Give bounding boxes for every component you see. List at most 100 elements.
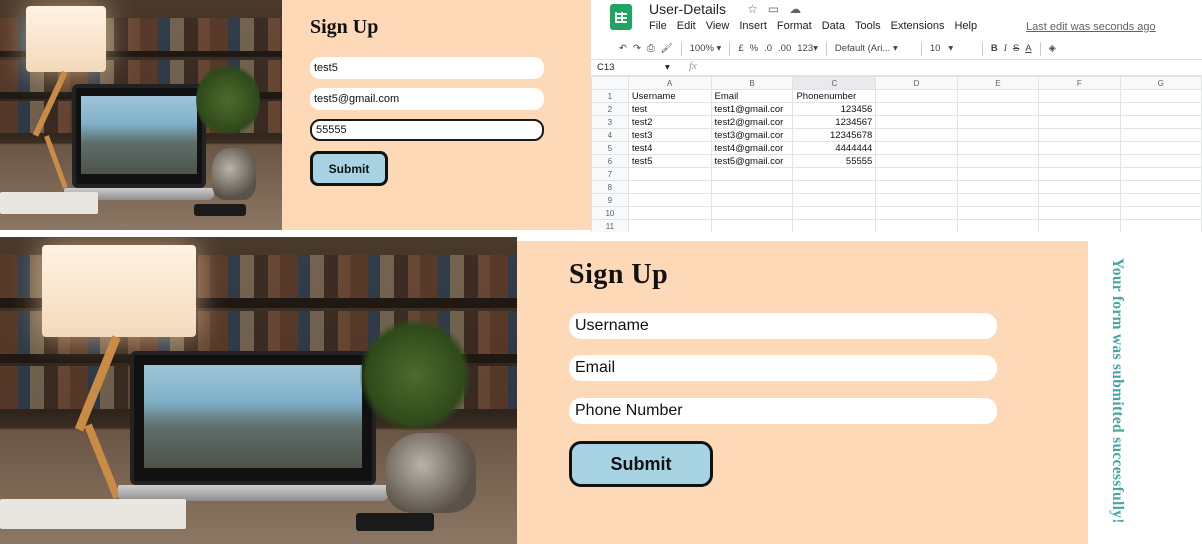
cell[interactable]: test1@gmail.cor xyxy=(710,102,794,116)
cell[interactable] xyxy=(792,180,877,194)
cell-grid[interactable]: A B C D E F G 1 Username Email Phonenumb… xyxy=(591,76,1202,232)
email-input[interactable]: Email xyxy=(569,355,997,381)
cell[interactable] xyxy=(1119,141,1202,155)
cell[interactable]: test3@gmail.cor xyxy=(710,128,794,142)
cloud-status-icon[interactable]: ☁ xyxy=(789,2,801,16)
undo-icon[interactable]: ↶ xyxy=(619,43,627,54)
cell[interactable] xyxy=(1119,128,1202,142)
cell[interactable] xyxy=(956,219,1040,232)
star-icon[interactable]: ☆ xyxy=(747,2,758,16)
cell[interactable] xyxy=(1038,115,1121,129)
cell[interactable] xyxy=(875,193,958,207)
cell[interactable] xyxy=(1119,180,1202,194)
cell[interactable] xyxy=(875,154,958,168)
cell[interactable] xyxy=(875,167,958,181)
cell[interactable] xyxy=(1119,102,1202,116)
cell[interactable] xyxy=(956,115,1040,129)
row-header[interactable]: 2 xyxy=(591,102,629,116)
cell[interactable] xyxy=(710,167,794,181)
text-color-icon[interactable]: A xyxy=(1025,43,1031,54)
cell[interactable] xyxy=(792,206,877,220)
cell[interactable] xyxy=(1038,154,1121,168)
strikethrough-icon[interactable]: S xyxy=(1013,43,1019,54)
column-header[interactable]: G xyxy=(1119,76,1202,90)
cell[interactable] xyxy=(875,219,958,232)
cell[interactable]: test xyxy=(627,102,712,116)
cell[interactable] xyxy=(627,180,712,194)
row-header[interactable]: 4 xyxy=(591,128,629,142)
cell[interactable] xyxy=(1038,167,1121,181)
cell[interactable] xyxy=(956,154,1040,168)
menu-insert[interactable]: Insert xyxy=(739,20,767,32)
decrease-decimal-button[interactable]: .0 xyxy=(764,43,772,54)
currency-format-button[interactable]: £ xyxy=(738,43,743,54)
cell[interactable] xyxy=(1038,193,1121,207)
cell[interactable] xyxy=(792,219,877,232)
number-format-select[interactable]: 123▾ xyxy=(797,43,818,54)
cell[interactable]: test2 xyxy=(627,115,712,129)
username-input[interactable]: Username xyxy=(569,313,997,339)
cell[interactable] xyxy=(956,141,1040,155)
cell[interactable] xyxy=(1119,193,1202,207)
cell[interactable] xyxy=(1119,206,1202,220)
column-header[interactable]: F xyxy=(1038,76,1121,90)
cell[interactable] xyxy=(1038,206,1121,220)
submit-button[interactable]: Submit xyxy=(569,441,713,487)
cell[interactable]: test3 xyxy=(627,128,712,142)
cell[interactable]: Username xyxy=(627,89,712,103)
row-header[interactable]: 3 xyxy=(591,115,629,129)
cell[interactable]: test4@gmail.cor xyxy=(710,141,794,155)
document-title[interactable]: User-Details xyxy=(649,1,726,17)
column-header[interactable]: D xyxy=(875,76,958,90)
cell[interactable] xyxy=(956,89,1040,103)
cell[interactable] xyxy=(627,193,712,207)
menu-format[interactable]: Format xyxy=(777,20,812,32)
cell[interactable]: 123456 xyxy=(792,102,877,116)
cell[interactable] xyxy=(956,167,1040,181)
menu-data[interactable]: Data xyxy=(822,20,845,32)
cell[interactable] xyxy=(875,141,958,155)
cell[interactable] xyxy=(1038,219,1121,232)
cell[interactable] xyxy=(627,219,712,232)
cell[interactable] xyxy=(1119,219,1202,232)
cell[interactable] xyxy=(1038,180,1121,194)
menu-tools[interactable]: Tools xyxy=(855,20,881,32)
cell[interactable] xyxy=(956,193,1040,207)
print-icon[interactable]: ⎙ xyxy=(647,43,655,54)
row-header[interactable]: 9 xyxy=(591,193,629,207)
column-header[interactable]: A xyxy=(627,76,712,90)
cell[interactable]: Phonenumber xyxy=(792,89,877,103)
cell[interactable] xyxy=(1119,167,1202,181)
cell[interactable] xyxy=(1119,115,1202,129)
cell[interactable] xyxy=(875,102,958,116)
menu-view[interactable]: View xyxy=(706,20,730,32)
phone-input[interactable]: Phone Number xyxy=(569,398,997,424)
paint-format-icon[interactable]: 🖌 xyxy=(661,43,673,54)
submit-button[interactable]: Submit xyxy=(310,151,388,186)
menu-help[interactable]: Help xyxy=(954,20,977,32)
percent-format-button[interactable]: % xyxy=(750,43,758,54)
zoom-select[interactable]: 100% ▾ xyxy=(690,43,722,54)
cell[interactable]: Email xyxy=(710,89,794,103)
italic-icon[interactable]: I xyxy=(1004,44,1007,54)
row-header[interactable]: 6 xyxy=(591,154,629,168)
column-header[interactable]: B xyxy=(710,76,794,90)
cell[interactable] xyxy=(875,180,958,194)
menu-extensions[interactable]: Extensions xyxy=(891,20,945,32)
row-header[interactable]: 1 xyxy=(591,89,629,103)
cell[interactable] xyxy=(875,115,958,129)
cell[interactable]: test4 xyxy=(627,141,712,155)
email-input[interactable]: test5@gmail.com xyxy=(310,88,544,110)
cell[interactable] xyxy=(956,206,1040,220)
cell[interactable] xyxy=(710,193,794,207)
menu-file[interactable]: File xyxy=(649,20,667,32)
cell[interactable] xyxy=(710,206,794,220)
font-size-select[interactable]: 10 ▾ xyxy=(930,43,974,54)
cell[interactable]: test5@gmail.cor xyxy=(710,154,794,168)
cell[interactable] xyxy=(1038,89,1121,103)
sheets-logo-icon[interactable] xyxy=(610,4,632,30)
move-folder-icon[interactable]: ▭ xyxy=(768,2,779,16)
fill-color-icon[interactable]: ◈ xyxy=(1049,43,1056,54)
row-header[interactable]: 8 xyxy=(591,180,629,194)
cell[interactable] xyxy=(710,180,794,194)
